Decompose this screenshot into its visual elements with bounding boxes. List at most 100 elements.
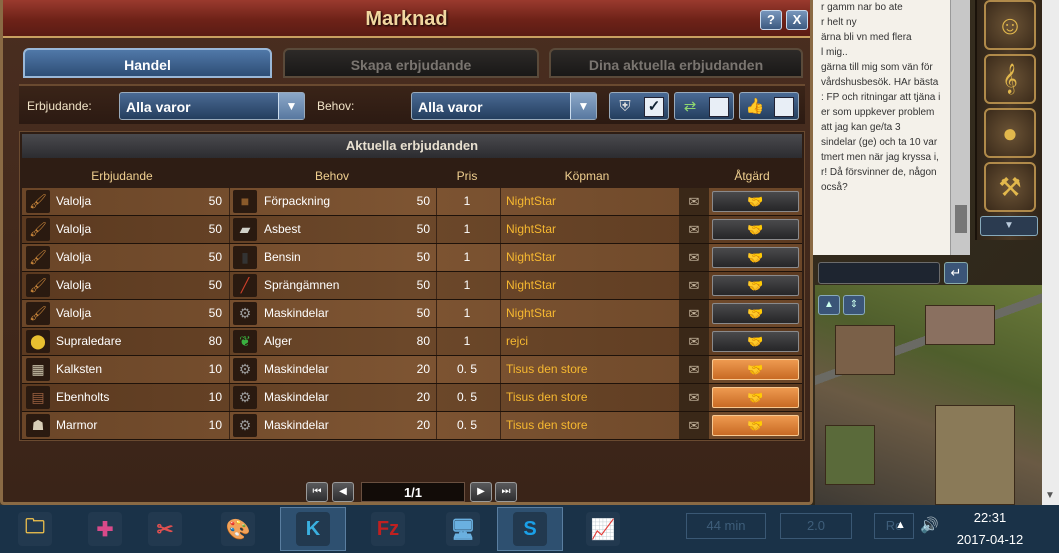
friends-filter-toggle[interactable]: ⇄ <box>674 92 734 120</box>
chat-scrollbar[interactable] <box>950 0 970 255</box>
seller-name[interactable]: Tisus den store <box>506 412 676 439</box>
price-ratio: 1 <box>463 194 471 208</box>
trade-button[interactable]: 🤝 <box>712 191 799 212</box>
chat-scroll-thumb[interactable] <box>955 205 967 233</box>
table-row: ▤ Ebenholts 10 ⚙ Maskindelar 20 0. 5 Tis… <box>22 384 802 412</box>
envelope-icon[interactable]: ✉ <box>679 244 709 271</box>
filezilla-icon: Fz <box>371 512 405 546</box>
help-button[interactable]: ? <box>760 10 782 30</box>
offer-goods-name: Valolja <box>56 250 92 264</box>
envelope-icon[interactable]: ✉ <box>679 412 709 439</box>
trade-button[interactable]: 🤝 <box>712 275 799 296</box>
chat-scroll-down-button[interactable]: ⇕ <box>843 295 865 315</box>
offer-goods-name: Kalksten <box>56 362 103 376</box>
chat-input[interactable] <box>818 262 940 284</box>
envelope-icon[interactable]: ✉ <box>679 384 709 411</box>
taskbar-app[interactable]: ✚ <box>72 507 138 551</box>
offer-quantity: 50 <box>208 194 222 208</box>
envelope-icon[interactable]: ✉ <box>679 328 709 355</box>
paint-icon: 🎨 <box>221 512 255 546</box>
chat-line: r helt ny <box>821 17 857 28</box>
trade-button[interactable]: 🤝 <box>712 415 799 436</box>
trade-button[interactable]: 🤝 <box>712 359 799 380</box>
volume-icon[interactable]: 🔊 <box>920 516 940 534</box>
guild-filter-toggle[interactable]: ⛨ ✓ <box>609 92 669 120</box>
taskbar-app[interactable]: ✂ <box>132 507 198 551</box>
close-button[interactable]: X <box>786 10 808 30</box>
seller-name[interactable]: Tisus den store <box>506 384 676 411</box>
taskbar-app[interactable]: K <box>280 507 346 551</box>
envelope-icon[interactable]: ✉ <box>679 188 709 215</box>
offer-goods-icon: 🖌 <box>26 246 50 269</box>
table-row: ☗ Marmor 10 ⚙ Maskindelar 20 0. 5 Tisus … <box>22 412 802 440</box>
city-building[interactable] <box>825 425 875 485</box>
taskbar-app[interactable]: 🎨 <box>205 507 271 551</box>
tab-handel[interactable]: Handel <box>23 48 272 78</box>
offer-quantity: 50 <box>208 222 222 236</box>
neighbors-filter-checkbox[interactable] <box>774 97 794 117</box>
tools-icon[interactable]: ⚒ <box>984 162 1036 212</box>
chevron-down-icon[interactable]: ▼ <box>1045 490 1055 501</box>
offer-goods-name: Valolja <box>56 222 92 236</box>
trade-button[interactable]: 🤝 <box>712 331 799 352</box>
need-goods-icon: ⚙ <box>233 358 257 381</box>
trade-button[interactable]: 🤝 <box>712 219 799 240</box>
prev-page-button[interactable]: ◀ <box>332 482 354 502</box>
thumbs-up-icon: 👍 <box>745 98 765 115</box>
first-page-button[interactable]: ⏮ <box>306 482 328 502</box>
envelope-icon[interactable]: ✉ <box>679 216 709 243</box>
tab-skapa-erbjudande[interactable]: Skapa erbjudande <box>283 48 539 78</box>
market-title: Marknad <box>365 8 448 30</box>
envelope-icon[interactable]: ✉ <box>679 300 709 327</box>
tray-expand-icon[interactable]: ▲ <box>895 519 906 531</box>
city-view[interactable] <box>815 285 1044 505</box>
chat-scroll-up-button[interactable]: ▲ <box>818 295 840 315</box>
smiley-icon[interactable]: ☺ <box>984 0 1036 50</box>
table-row: ⬤ Supraledare 80 ❦ Alger 80 1 rejci ✉ 🤝 <box>22 328 802 356</box>
need-quantity: 80 <box>416 334 430 348</box>
chevron-down-icon: ▼ <box>570 93 596 119</box>
city-building[interactable] <box>925 305 995 345</box>
coins-icon[interactable]: ● <box>984 108 1036 158</box>
taskbar-app[interactable]: 🖥 <box>430 507 496 551</box>
next-page-button[interactable]: ▶ <box>470 482 492 502</box>
taskbar-app[interactable]: 📈 <box>570 507 636 551</box>
need-filter-select[interactable]: Alla varor ▼ <box>411 92 597 120</box>
guild-filter-checkbox[interactable]: ✓ <box>644 97 664 117</box>
seller-name[interactable]: NightStar <box>506 272 676 299</box>
offer-filter-select[interactable]: Alla varor ▼ <box>119 92 305 120</box>
envelope-icon[interactable]: ✉ <box>679 272 709 299</box>
table-row: 🖌 Valolja 50 ╱ Sprängämnen 50 1 NightSta… <box>22 272 802 300</box>
taskbar-app[interactable]: 🗀 <box>2 507 68 551</box>
envelope-icon[interactable]: ✉ <box>679 356 709 383</box>
trade-button[interactable]: 🤝 <box>712 247 799 268</box>
chat-send-button[interactable]: ↵ <box>944 262 968 284</box>
friends-filter-checkbox[interactable] <box>709 97 729 117</box>
city-building[interactable] <box>835 325 895 375</box>
need-goods-name: Alger <box>264 334 293 348</box>
neighbors-filter-toggle[interactable]: 👍 <box>739 92 799 120</box>
trumpet-icon[interactable]: 𝄞 <box>984 54 1036 104</box>
tab-dina-aktuella-erbjudanden[interactable]: Dina aktuella erbjudanden <box>549 48 803 78</box>
trade-button[interactable]: 🤝 <box>712 387 799 408</box>
trade-button[interactable]: 🤝 <box>712 303 799 324</box>
side-toolbar-down-button[interactable]: ▼ <box>980 216 1038 236</box>
seller-name[interactable]: NightStar <box>506 300 676 327</box>
chat-line: r gamm nar bo ate <box>821 2 903 13</box>
seller-name[interactable]: NightStar <box>506 216 676 243</box>
taskbar-app[interactable]: Fz <box>355 507 421 551</box>
chat-line: sindelar (ge) och ta 10 var <box>821 137 938 148</box>
seller-name[interactable]: NightStar <box>506 244 676 271</box>
last-page-button[interactable]: ⏭ <box>495 482 517 502</box>
city-building[interactable] <box>935 405 1015 505</box>
offer-quantity: 10 <box>208 418 222 432</box>
offer-goods-icon: ▤ <box>26 386 50 409</box>
column-behov: Behov <box>314 169 350 183</box>
seller-name[interactable]: NightStar <box>506 188 676 215</box>
offer-goods-icon: ⬤ <box>26 330 50 353</box>
price-ratio: 0. 5 <box>456 362 477 376</box>
seller-name[interactable]: rejci <box>506 328 676 355</box>
taskbar-app[interactable]: S <box>497 507 563 551</box>
page-scrollbar[interactable]: ▼ <box>1042 0 1059 505</box>
seller-name[interactable]: Tisus den store <box>506 356 676 383</box>
